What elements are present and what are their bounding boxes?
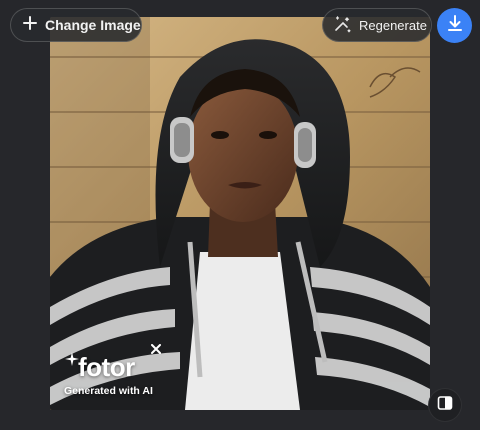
sparkle-icon: [65, 352, 79, 371]
sparkle-regenerate-icon: [333, 15, 353, 36]
regenerate-button[interactable]: Regenerate: [322, 8, 432, 42]
change-image-label: Change Image: [45, 17, 141, 33]
editor-canvas: Change Image Regenerate fotor Generated …: [0, 0, 480, 430]
change-image-button[interactable]: Change Image: [10, 8, 142, 42]
compare-button[interactable]: [428, 388, 462, 422]
compare-split-icon: [437, 395, 453, 416]
close-watermark-button[interactable]: [148, 342, 164, 358]
watermark-logo: fotor: [78, 352, 135, 382]
watermark-generated-label: Generated with AI: [64, 385, 153, 397]
fotor-watermark: fotor Generated with AI: [62, 352, 162, 402]
download-icon: [446, 14, 464, 37]
close-icon: [151, 341, 161, 359]
download-button[interactable]: [437, 8, 472, 43]
regenerate-label: Regenerate: [359, 17, 427, 33]
plus-icon: [23, 14, 37, 34]
